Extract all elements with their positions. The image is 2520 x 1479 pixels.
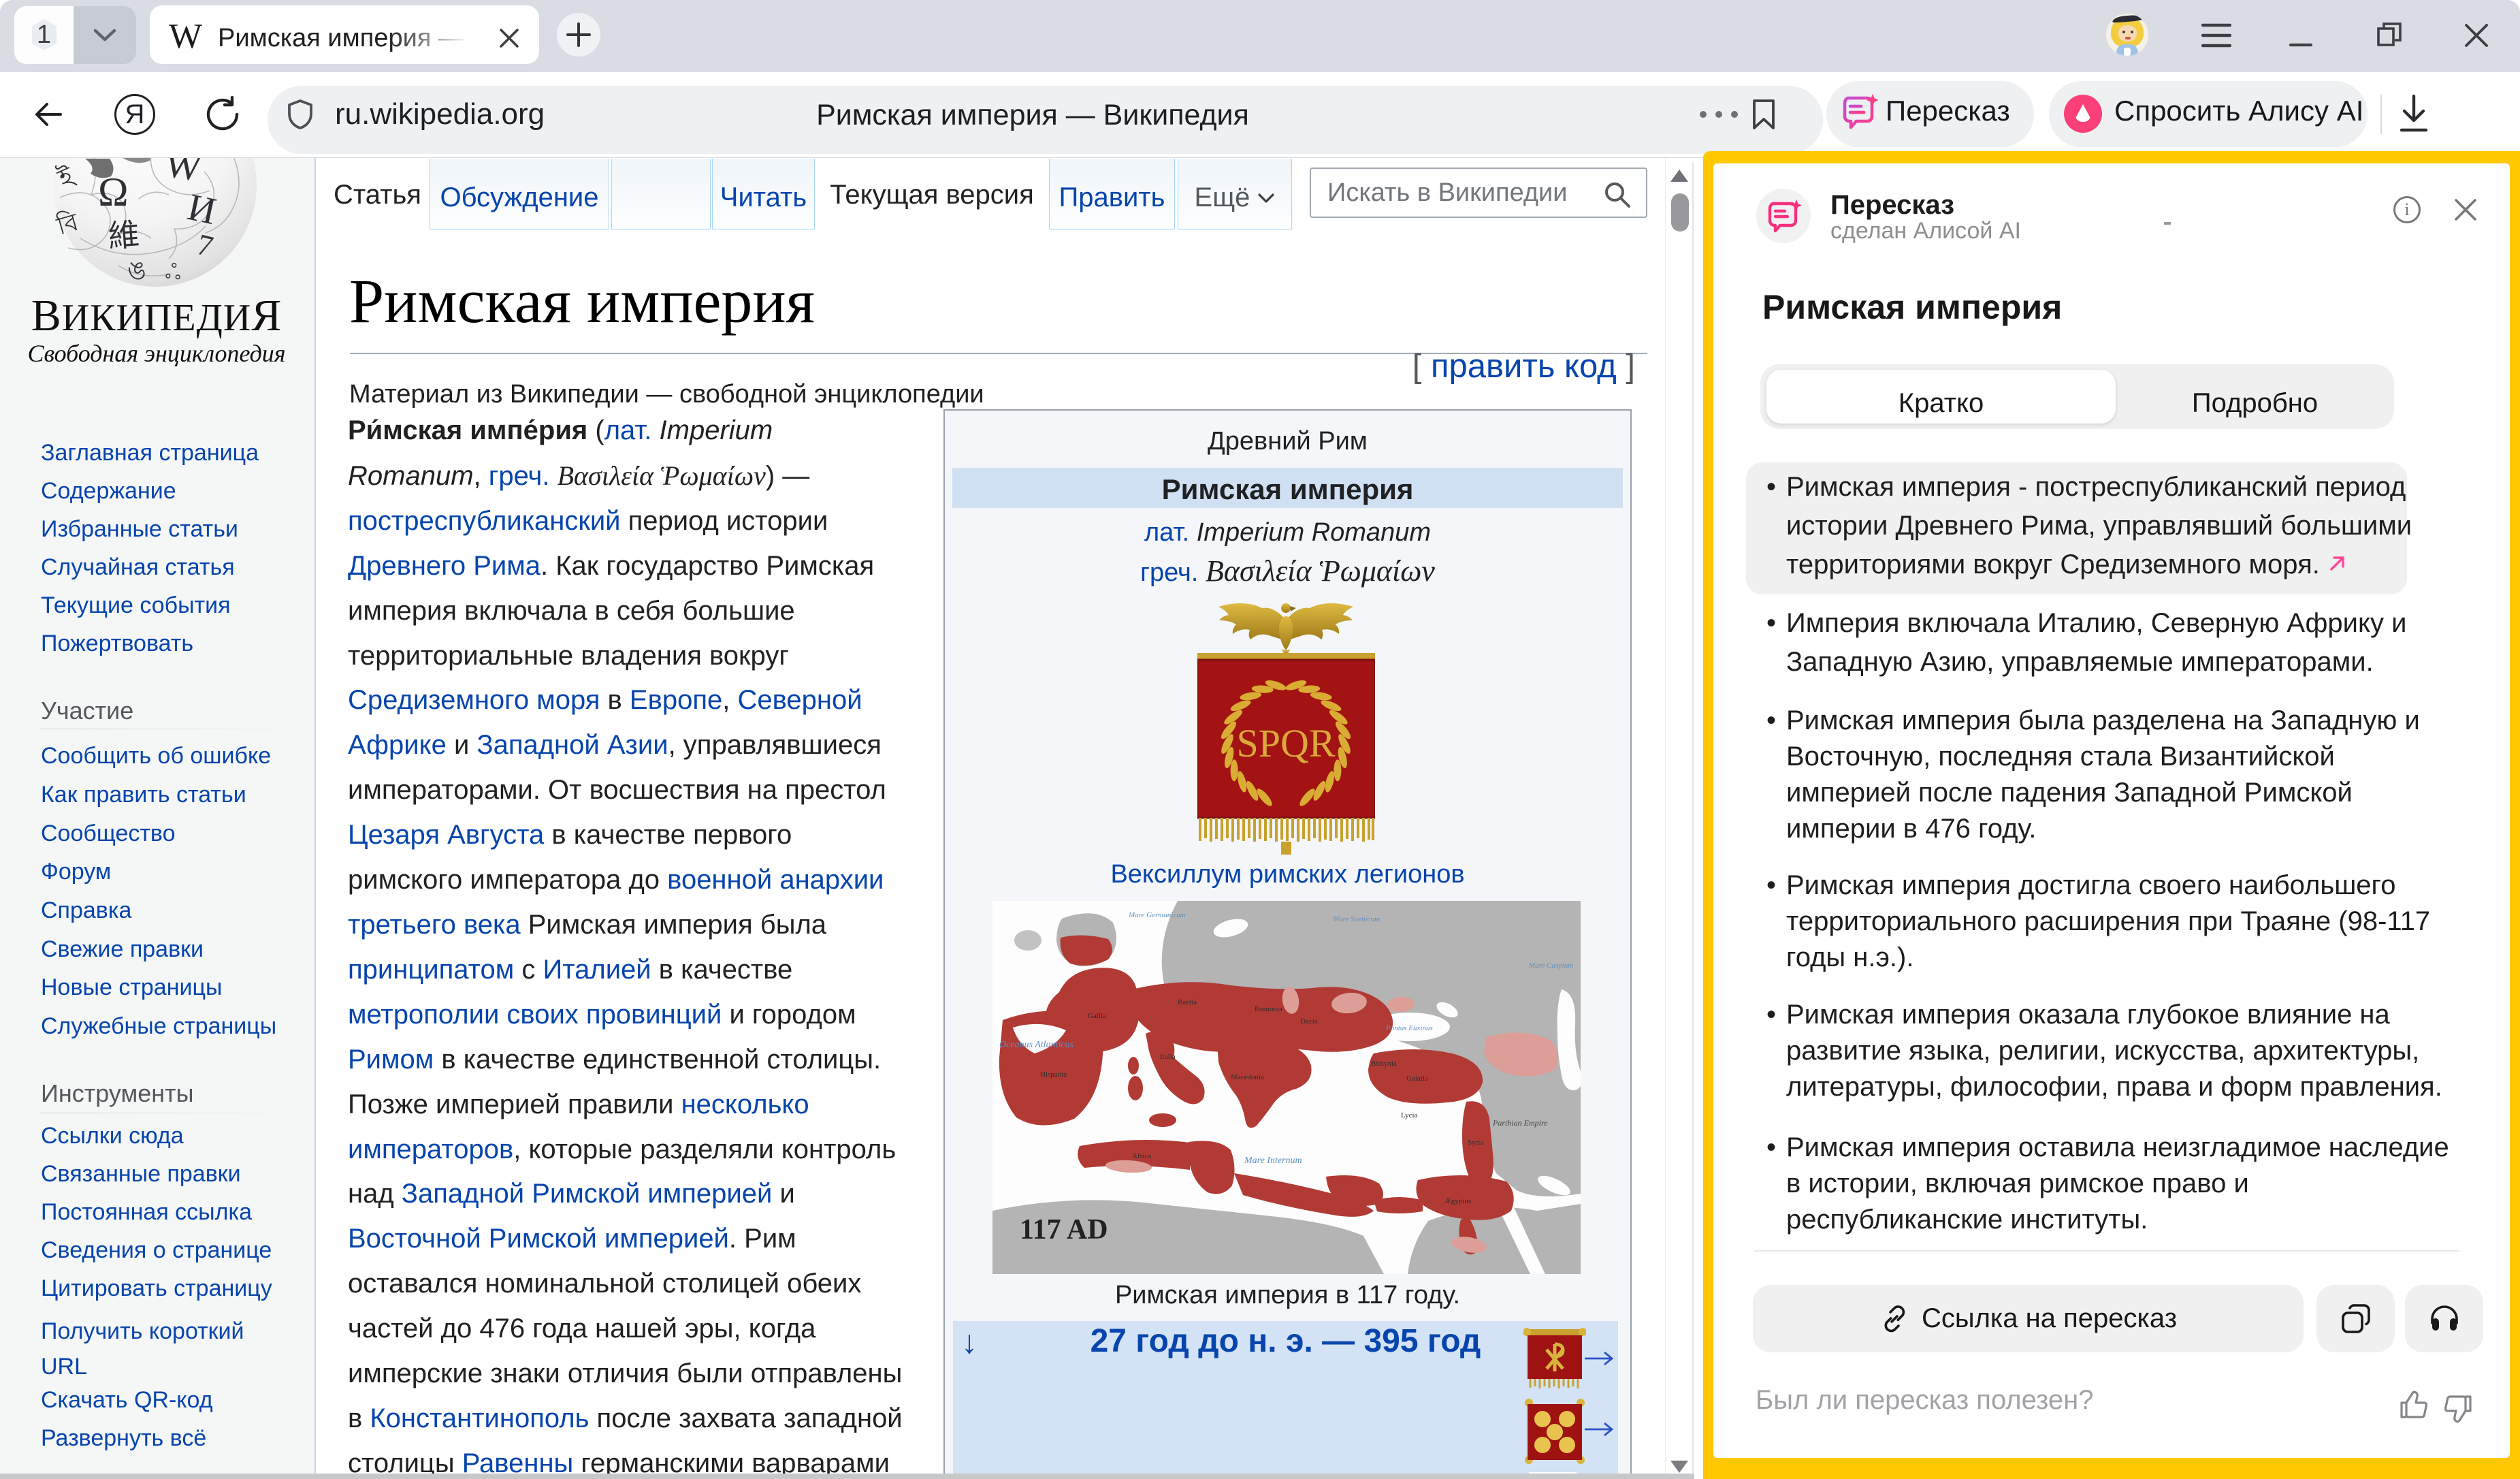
svg-text:Galatia: Galatia — [1406, 1075, 1428, 1083]
svg-text:Pannonia: Pannonia — [1255, 1005, 1282, 1013]
svg-text:Mare Suebicum: Mare Suebicum — [1332, 915, 1380, 923]
svg-text:Syria: Syria — [1468, 1139, 1483, 1147]
svg-text:Oceanus Atlanticus: Oceanus Atlanticus — [999, 1040, 1074, 1050]
svg-text:Bithynia: Bithynia — [1371, 1060, 1397, 1068]
svg-text:Lycia: Lycia — [1401, 1111, 1418, 1119]
svg-text:Hispania: Hispania — [1040, 1070, 1067, 1079]
svg-text:Dacia: Dacia — [1300, 1017, 1318, 1025]
svg-text:Mare Caspium: Mare Caspium — [1528, 961, 1573, 970]
svg-text:Mare Internum: Mare Internum — [1244, 1156, 1302, 1166]
svg-text:Raetia: Raetia — [1178, 998, 1197, 1006]
svg-text:SPQR: SPQR — [1236, 721, 1335, 765]
svg-text:Italia: Italia — [1160, 1053, 1176, 1061]
svg-text:Gallia: Gallia — [1088, 1012, 1106, 1020]
svg-text:Macedonia: Macedonia — [1231, 1073, 1264, 1081]
svg-text:Ω: Ω — [98, 170, 129, 214]
svg-text:ঙ: ঙ — [127, 257, 146, 285]
svg-text:Pontus Euxinus: Pontus Euxinus — [1385, 1024, 1433, 1032]
svg-text:維: 維 — [107, 217, 140, 254]
svg-text:Mare Germanicum: Mare Germanicum — [1128, 911, 1186, 919]
svg-text:Africa: Africa — [1132, 1152, 1151, 1160]
svg-text:Ægyptus: Ægyptus — [1444, 1197, 1471, 1205]
svg-text:W: W — [162, 158, 204, 190]
svg-text:Parthian Empire: Parthian Empire — [1492, 1118, 1548, 1128]
svg-text:ஃ: ஃ — [164, 260, 182, 284]
svg-text:117 AD: 117 AD — [1020, 1214, 1108, 1245]
